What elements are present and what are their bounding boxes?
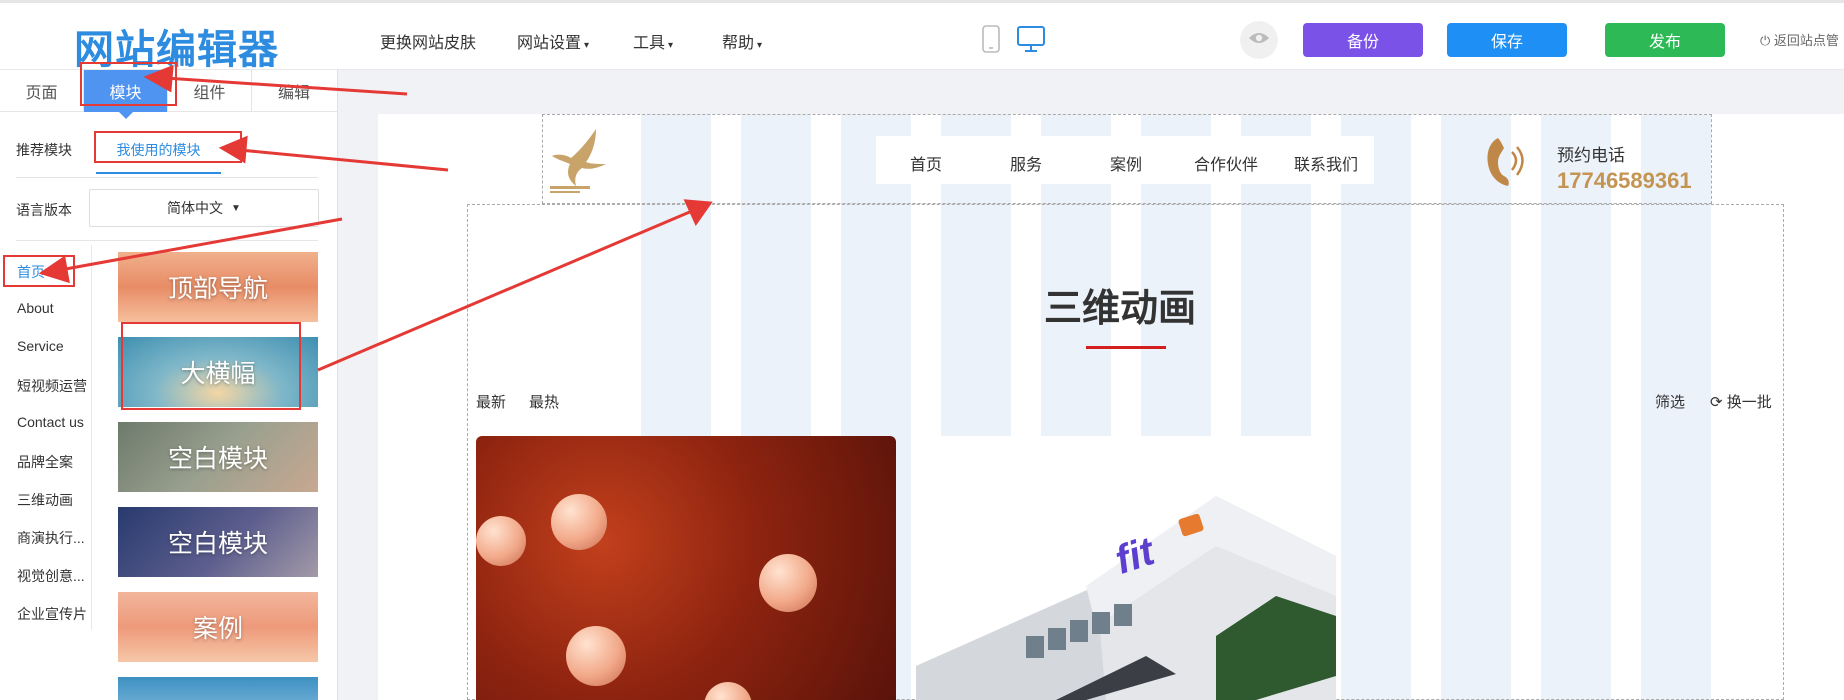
- hummingbird-logo-icon[interactable]: [546, 124, 616, 196]
- annotation-box-modules-tab: [80, 62, 177, 106]
- site-nav-home[interactable]: 首页: [910, 151, 942, 175]
- tab-edit[interactable]: 编辑: [252, 70, 336, 112]
- page-item-3d-animation[interactable]: 三维动画: [17, 490, 73, 510]
- tab-edit-label: 编辑: [277, 85, 310, 102]
- page-item-visual[interactable]: 视觉创意...: [17, 566, 85, 586]
- module-card-cases[interactable]: 案例: [118, 592, 318, 662]
- tab-components-label: 组件: [193, 85, 226, 102]
- annotation-box-banner-module: [121, 322, 301, 410]
- language-label: 语言版本: [16, 202, 72, 218]
- menu-site-settings-label: 网站设置: [517, 35, 582, 52]
- phone-number: 17746589361: [1557, 168, 1692, 193]
- save-button[interactable]: 保存: [1447, 23, 1567, 57]
- language-select-value: 简体中文: [167, 200, 224, 216]
- chevron-down-icon: ▾: [584, 40, 590, 51]
- page-item-contact[interactable]: Contact us: [17, 414, 84, 430]
- mobile-icon[interactable]: [981, 25, 1001, 58]
- title-underline: [1086, 346, 1166, 349]
- tab-pages-label: 页面: [25, 85, 58, 102]
- filter-latest[interactable]: 最新: [476, 391, 506, 412]
- page-item-brand[interactable]: 品牌全案: [17, 452, 73, 472]
- filter-hottest[interactable]: 最热: [529, 391, 559, 412]
- site-nav-partners[interactable]: 合作伙伴: [1194, 151, 1258, 175]
- module-card-more[interactable]: [118, 677, 318, 700]
- backup-button-label: 备份: [1346, 34, 1379, 51]
- menu-site-settings[interactable]: 网站设置 ▾: [517, 29, 589, 53]
- page-item-performance[interactable]: 商演执行...: [17, 528, 85, 548]
- module-card-blank-2[interactable]: 空白模块: [118, 507, 318, 577]
- return-site-link[interactable]: ⏻ 返回站点管: [1760, 30, 1839, 49]
- site-canvas: 首页 服务 案例 合作伙伴 联系我们 预约电话 17746589361 三维动画…: [378, 114, 1844, 700]
- divider: [16, 240, 318, 241]
- module-card-top-nav[interactable]: 顶部导航: [118, 252, 318, 322]
- cell-bubble: [476, 516, 526, 566]
- publish-button-label: 发布: [1648, 34, 1681, 51]
- page-item-promo-video[interactable]: 企业宣传片: [17, 604, 87, 624]
- cell-bubble: [551, 494, 607, 550]
- refresh-batch-button[interactable]: ⟳ 换一批: [1710, 391, 1772, 412]
- divider: [91, 245, 92, 630]
- module-card-label: 案例: [192, 614, 243, 643]
- top-toolbar: 网站编辑器 更换网站皮肤 网站设置 ▾ 工具 ▾ 帮助 ▾ 备份 保存 发布 ⏻ 返回…: [0, 0, 1844, 73]
- return-site-label: 返回站点管: [1773, 33, 1839, 48]
- menu-help-label: 帮助: [722, 35, 755, 52]
- filter-screen[interactable]: 筛选: [1655, 391, 1685, 412]
- site-nav-services[interactable]: 服务: [1010, 151, 1042, 175]
- caret-down-icon: ▼: [231, 202, 241, 214]
- menu-tools[interactable]: 工具 ▾: [633, 29, 673, 53]
- tab-pages[interactable]: 页面: [0, 70, 84, 112]
- site-nav-cases[interactable]: 案例: [1110, 151, 1142, 175]
- refresh-icon: ⟳: [1710, 394, 1723, 411]
- chevron-down-icon: ▾: [668, 40, 674, 51]
- subtab-recommended[interactable]: 推荐模块: [16, 140, 72, 160]
- menu-change-skin[interactable]: 更换网站皮肤: [380, 29, 476, 53]
- page-item-service[interactable]: Service: [17, 338, 64, 354]
- menu-change-skin-label: 更换网站皮肤: [380, 35, 477, 52]
- refresh-batch-label: 换一批: [1726, 394, 1772, 411]
- module-card-label: 空白模块: [167, 444, 268, 473]
- desktop-icon[interactable]: [1017, 25, 1045, 58]
- preview-button[interactable]: [1240, 21, 1278, 59]
- cell-bubble: [704, 682, 752, 700]
- publish-button[interactable]: 发布: [1605, 23, 1725, 57]
- phone-icon: [1480, 134, 1532, 195]
- site-nav-contact[interactable]: 联系我们: [1294, 151, 1358, 175]
- cell-bubble: [759, 554, 817, 612]
- page-item-short-video[interactable]: 短视频运营: [17, 376, 87, 396]
- power-icon: ⏻: [1760, 33, 1771, 48]
- active-tab-pointer: [119, 112, 133, 119]
- module-card-label: 空白模块: [167, 529, 268, 558]
- annotation-box-home-page: [3, 255, 75, 287]
- backup-button[interactable]: 备份: [1303, 23, 1423, 57]
- cell-bubble: [566, 626, 626, 686]
- menu-tools-label: 工具: [633, 35, 666, 52]
- page-item-about[interactable]: About: [17, 300, 54, 316]
- save-button-label: 保存: [1490, 34, 1523, 51]
- language-select[interactable]: 简体中文 ▼: [89, 189, 319, 227]
- menu-help[interactable]: 帮助 ▾: [722, 29, 762, 53]
- annotation-box-my-modules: [94, 131, 242, 163]
- divider: [16, 177, 318, 178]
- module-card-blank-1[interactable]: 空白模块: [118, 422, 318, 492]
- case-card-3d-cells[interactable]: [476, 436, 896, 700]
- tab-components[interactable]: 组件: [168, 70, 252, 112]
- eye-icon: [1248, 31, 1270, 50]
- chevron-down-icon: ▾: [757, 40, 763, 51]
- module-card-label: 顶部导航: [167, 274, 268, 303]
- phone-label: 预约电话: [1557, 146, 1625, 165]
- section-title: 三维动画: [1044, 286, 1197, 330]
- case-card-building[interactable]: fit: [916, 436, 1336, 700]
